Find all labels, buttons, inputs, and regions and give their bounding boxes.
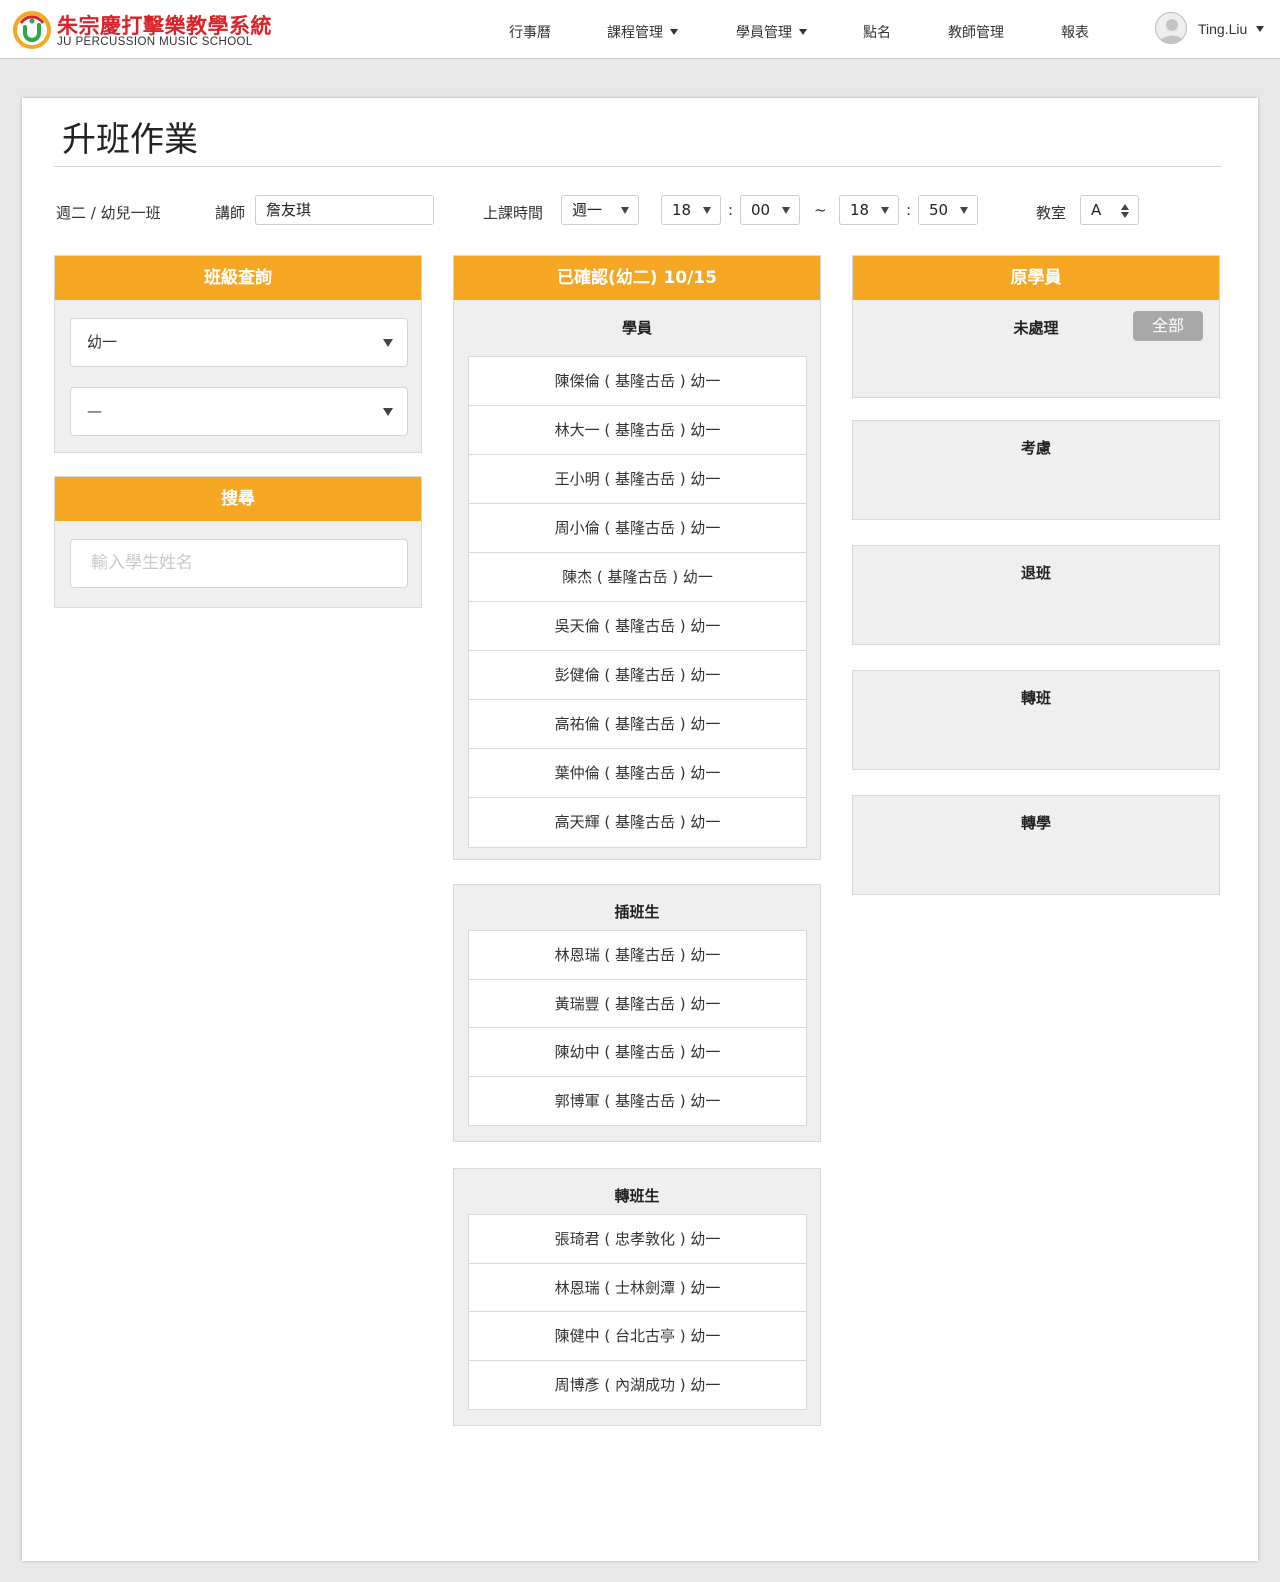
pending-section: 未處理 全部 [853, 300, 1219, 397]
list-item[interactable]: 陳傑倫 ( 基隆古岳 ) 幼一 [469, 357, 806, 406]
nav-course-management-label: 課程管理 [607, 25, 663, 41]
nav-course-management[interactable]: 課程管理 [607, 22, 678, 42]
transfer-school-title: 轉學 [1020, 814, 1051, 832]
caret-down-icon [799, 29, 807, 35]
page-title: 升班作業 [62, 120, 198, 160]
considering-panel: 考慮 [852, 420, 1220, 520]
considering-title: 考慮 [1020, 439, 1051, 457]
chevron-down-icon [703, 207, 711, 214]
caret-down-icon [1256, 26, 1265, 32]
withdraw-panel: 退班 [852, 545, 1220, 645]
list-item[interactable]: 黃瑞豐 ( 基隆古岳 ) 幼一 [469, 980, 806, 1028]
list-item[interactable]: 林大一 ( 基隆古岳 ) 幼一 [469, 406, 806, 455]
list-item[interactable]: 張琦君 ( 忠孝敦化 ) 幼一 [469, 1215, 806, 1264]
student-search-input[interactable]: 輸入學生姓名 [70, 539, 408, 588]
chevron-down-icon [960, 207, 968, 214]
nav-calendar[interactable]: 行事曆 [509, 22, 551, 42]
confirmed-student-list: 陳傑倫 ( 基隆古岳 ) 幼一 林大一 ( 基隆古岳 ) 幼一 王小明 ( 基隆… [468, 356, 807, 848]
list-item[interactable]: 高祐倫 ( 基隆古岳 ) 幼一 [469, 700, 806, 749]
ju-logo-icon [13, 11, 51, 49]
list-item[interactable]: 林恩瑞 ( 士林劍潭 ) 幼一 [469, 1264, 806, 1312]
list-item[interactable]: 陳健中 ( 台北古亭 ) 幼一 [469, 1312, 806, 1361]
caret-down-icon [670, 29, 678, 35]
nav-reports-label: 報表 [1061, 25, 1089, 41]
brand-logo[interactable]: 朱宗慶打擊樂教學系統 JU PERCUSSION MUSIC SCHOOL [13, 10, 313, 50]
search-title: 搜尋 [55, 477, 421, 521]
switch-class-panel: 轉班 [852, 670, 1220, 770]
class-transfer-panel: 轉班生 張琦君 ( 忠孝敦化 ) 幼一 林恩瑞 ( 士林劍潭 ) 幼一 陳健中 … [453, 1168, 821, 1426]
nav-student-management-label: 學員管理 [736, 25, 792, 41]
class-transfer-title: 轉班生 [614, 1187, 660, 1205]
nav-roll-call-label: 點名 [863, 25, 891, 41]
transfer-school-panel: 轉學 [852, 795, 1220, 895]
transfer-in-list: 林恩瑞 ( 基隆古岳 ) 幼一 黃瑞豐 ( 基隆古岳 ) 幼一 陳幼中 ( 基隆… [468, 930, 807, 1126]
teacher-label: 講師 [215, 204, 246, 222]
end-hour-select[interactable]: 18 [839, 195, 899, 225]
original-students-title: 原學員 [853, 256, 1219, 300]
select-all-button[interactable]: 全部 [1133, 311, 1203, 341]
chevron-down-icon [383, 408, 393, 416]
nav-teacher-management-label: 教師管理 [948, 25, 1004, 41]
list-item[interactable]: 葉仲倫 ( 基隆古岳 ) 幼一 [469, 749, 806, 798]
list-item[interactable]: 林恩瑞 ( 基隆古岳 ) 幼一 [469, 931, 806, 980]
classroom-label: 教室 [1036, 204, 1067, 222]
nav-teacher-management[interactable]: 教師管理 [948, 22, 1004, 42]
teacher-input[interactable]: 詹友琪 [255, 195, 434, 225]
weekday-select[interactable]: 週一 [561, 195, 639, 225]
list-item[interactable]: 王小明 ( 基隆古岳 ) 幼一 [469, 455, 806, 504]
class-transfer-list: 張琦君 ( 忠孝敦化 ) 幼一 林恩瑞 ( 士林劍潭 ) 幼一 陳健中 ( 台北… [468, 1214, 807, 1410]
start-minute-select[interactable]: 00 [740, 195, 800, 225]
list-item[interactable]: 吳天倫 ( 基隆古岳 ) 幼一 [469, 602, 806, 651]
brand-name-en: JU PERCUSSION MUSIC SCHOOL [57, 36, 253, 48]
time-colon: : [906, 201, 912, 219]
nav-student-management[interactable]: 學員管理 [736, 22, 807, 42]
nav-reports[interactable]: 報表 [1061, 22, 1089, 42]
time-colon: : [728, 201, 734, 219]
chevron-down-icon [881, 207, 889, 214]
main-card: 升班作業 週二 / 幼兒一班 講師 詹友琪 上課時間 週一 18 : 00 ~ … [22, 98, 1258, 1561]
class-level-select[interactable]: 幼一 [70, 318, 408, 367]
class-query-panel: 班級查詢 幼一 — [54, 255, 422, 453]
list-item[interactable]: 陳幼中 ( 基隆古岳 ) 幼一 [469, 1028, 806, 1077]
list-item[interactable]: 陳杰 ( 基隆古岳 ) 幼一 [469, 553, 806, 602]
spinner-arrows-icon [1121, 204, 1129, 218]
end-minute-select[interactable]: 50 [918, 195, 978, 225]
nav-calendar-label: 行事曆 [509, 25, 551, 41]
user-name: Ting.Liu [1198, 21, 1265, 37]
confirmed-panel: 已確認(幼二) 10/15 學員 陳傑倫 ( 基隆古岳 ) 幼一 林大一 ( 基… [453, 255, 821, 860]
original-students-panel: 原學員 未處理 全部 [852, 255, 1220, 398]
list-item[interactable]: 彭健倫 ( 基隆古岳 ) 幼一 [469, 651, 806, 700]
start-hour-select[interactable]: 18 [661, 195, 721, 225]
list-item[interactable]: 周博彥 ( 內湖成功 ) 幼一 [469, 1361, 806, 1410]
class-query-title: 班級查詢 [55, 256, 421, 300]
time-range-tilde: ~ [814, 201, 827, 219]
chevron-down-icon [782, 207, 790, 214]
list-item[interactable]: 高天輝 ( 基隆古岳 ) 幼一 [469, 798, 806, 847]
withdraw-title: 退班 [1020, 564, 1051, 582]
transfer-in-panel: 插班生 林恩瑞 ( 基隆古岳 ) 幼一 黃瑞豐 ( 基隆古岳 ) 幼一 陳幼中 … [453, 884, 821, 1142]
switch-class-title: 轉班 [1020, 689, 1051, 707]
transfer-in-title: 插班生 [614, 903, 660, 921]
nav-roll-call[interactable]: 點名 [863, 22, 891, 42]
students-section-title: 學員 [621, 319, 652, 337]
title-divider [54, 166, 1222, 167]
chevron-down-icon [383, 339, 393, 347]
chevron-down-icon [621, 207, 629, 214]
class-label: 週二 / 幼兒一班 [56, 204, 161, 222]
list-item[interactable]: 郭博軍 ( 基隆古岳 ) 幼一 [469, 1077, 806, 1126]
classroom-select[interactable]: A [1080, 195, 1139, 225]
class-time-label: 上課時間 [483, 204, 544, 222]
list-item[interactable]: 周小倫 ( 基隆古岳 ) 幼一 [469, 504, 806, 553]
confirmed-title: 已確認(幼二) 10/15 [454, 256, 820, 300]
class-group-select[interactable]: — [70, 387, 408, 436]
user-avatar-icon [1155, 12, 1187, 44]
search-panel: 搜尋 輸入學生姓名 [54, 476, 422, 608]
top-navbar: 朱宗慶打擊樂教學系統 JU PERCUSSION MUSIC SCHOOL 行事… [0, 0, 1280, 59]
